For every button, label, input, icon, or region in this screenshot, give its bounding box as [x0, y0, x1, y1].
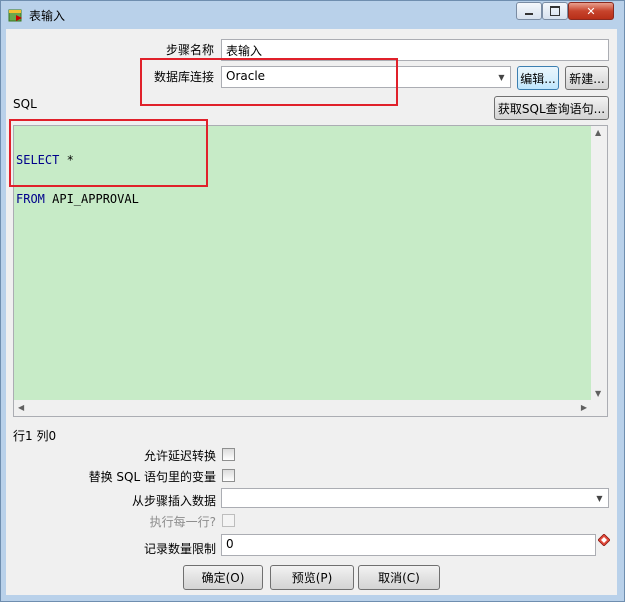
step-name-label: 步骤名称 [165, 43, 214, 57]
record-limit-label: 记录数量限制 [143, 542, 216, 556]
sql-line: FROM API_APPROVAL [16, 193, 139, 206]
execute-each-row-checkbox[interactable] [222, 514, 235, 527]
execute-each-row-label: 执行每一行? [149, 515, 216, 529]
new-connection-button[interactable]: 新建... [565, 66, 609, 90]
preview-button[interactable]: 预览(P) [270, 565, 354, 590]
sql-text: API_APPROVAL [44, 192, 139, 206]
scroll-up-icon[interactable]: ▲ [595, 128, 601, 137]
close-button[interactable]: ✕ [568, 2, 614, 20]
allow-lazy-conversion-checkbox[interactable] [222, 448, 235, 461]
edit-connection-button[interactable]: 编辑... [517, 66, 559, 90]
horizontal-scrollbar[interactable]: ◀ ▶ [14, 400, 591, 416]
sql-label: SQL [13, 97, 37, 111]
sql-keyword: FROM [16, 192, 45, 206]
highlight-db-connection [140, 58, 398, 106]
cursor-position: 行1 列0 [13, 429, 57, 443]
allow-lazy-conversion-label: 允许延迟转换 [143, 449, 216, 463]
get-sql-button[interactable]: 获取SQL查询语句... [494, 96, 609, 120]
window-title: 表输入 [29, 9, 66, 23]
cancel-button[interactable]: 取消(C) [358, 565, 440, 590]
ok-button[interactable]: 确定(O) [183, 565, 263, 590]
insert-from-step-label: 从步骤插入数据 [131, 494, 216, 508]
replace-variables-checkbox[interactable] [222, 469, 235, 482]
vertical-scrollbar[interactable]: ▲ ▼ [591, 126, 607, 400]
insert-from-step-select[interactable]: ▼ [221, 488, 609, 508]
scroll-corner [591, 400, 607, 416]
scroll-right-icon[interactable]: ▶ [581, 403, 587, 412]
highlight-sql [9, 119, 208, 187]
replace-variables-label: 替换 SQL 语句里的变量 [88, 470, 216, 484]
minimize-button[interactable] [516, 2, 542, 20]
variable-diamond-icon[interactable] [597, 533, 611, 549]
scroll-left-icon[interactable]: ◀ [18, 403, 24, 412]
maximize-button[interactable] [542, 2, 568, 20]
chevron-down-icon[interactable]: ▼ [494, 68, 509, 86]
title-bar[interactable]: 表输入 ✕ [1, 1, 624, 29]
minimize-icon [525, 13, 533, 15]
scroll-down-icon[interactable]: ▼ [595, 389, 601, 398]
close-icon: ✕ [586, 4, 596, 18]
record-limit-input[interactable]: 0 [221, 534, 596, 556]
table-input-icon [8, 7, 24, 23]
maximize-icon [550, 6, 560, 16]
chevron-down-icon[interactable]: ▼ [592, 490, 607, 506]
